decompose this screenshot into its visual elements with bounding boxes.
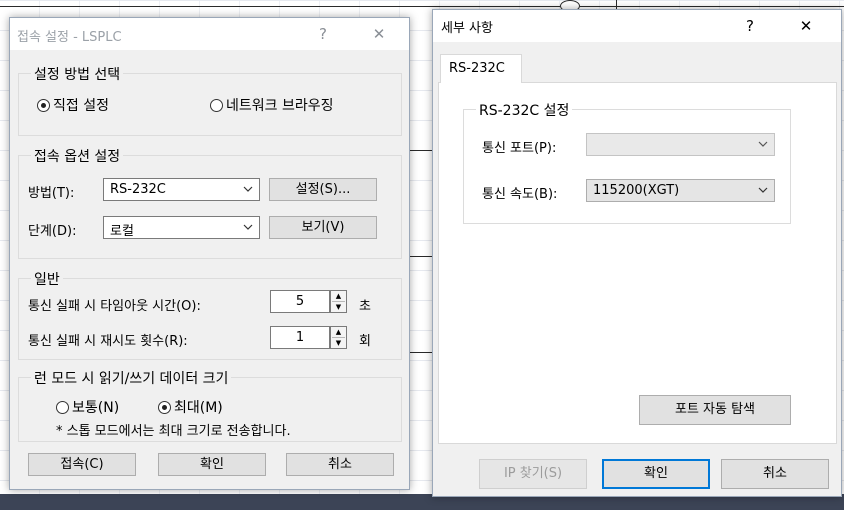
stop-mode-note: * 스톱 모드에서는 최대 크기로 전송합니다.	[56, 424, 291, 439]
data-size-group-label: 런 모드 시 읽기/쓰기 데이터 크기	[31, 368, 232, 388]
method-group-label: 설정 방법 선택	[31, 64, 124, 84]
title-bar: 접속 설정 - LSPLC ? ✕	[10, 18, 409, 50]
speed-label: 통신 속도(B):	[482, 187, 558, 202]
ladder-rung-2	[410, 256, 432, 257]
connection-options-group: 접속 옵션 설정	[18, 146, 402, 259]
chevron-down-icon	[243, 186, 253, 192]
timeout-spinner[interactable]: ▲ ▼	[330, 290, 347, 313]
rs232c-settings-group: RS-232C 설정 통신 포트(P): 통신 속도(B): 115200(XG…	[463, 100, 791, 224]
options-group-label: 접속 옵션 설정	[31, 146, 124, 166]
speed-select-value: 115200(XGT)	[593, 183, 680, 198]
ladder-rung-1	[410, 150, 432, 151]
ip-search-button[interactable]: IP 찾기(S)	[479, 459, 587, 489]
step-select[interactable]: 로컬	[103, 216, 260, 239]
method-select[interactable]: RS-232C	[103, 178, 260, 201]
step-select-value: 로컬	[110, 224, 134, 239]
retry-spinner[interactable]: ▲ ▼	[330, 326, 347, 349]
chevron-down-icon	[243, 224, 253, 230]
radio-network-browsing[interactable]: 네트워크 브라우징	[210, 95, 334, 115]
radio-unchecked-icon	[210, 98, 223, 112]
close-button[interactable]: ✕	[783, 10, 829, 42]
method-group: 설정 방법 선택 직접 설정 네트워크 브라우징	[18, 64, 402, 136]
retry-label: 통신 실패 시 재시도 횟수(R):	[28, 334, 188, 349]
details-dialog: 세부 사항 ? ✕ RS-232C RS-232C 설정 통신 포트(P): 통…	[432, 9, 842, 497]
rs232c-group-label: RS-232C 설정	[476, 100, 573, 120]
radio-direct-setting[interactable]: 직접 설정	[37, 95, 109, 115]
radio-max-label: 최대(M)	[174, 400, 223, 416]
radio-checked-icon	[37, 98, 50, 112]
timeout-unit: 초	[359, 299, 371, 314]
speed-select[interactable]: 115200(XGT)	[586, 179, 775, 202]
help-button[interactable]: ?	[727, 10, 773, 42]
tab-rs232c-label: RS-232C	[449, 61, 505, 76]
radio-direct-label: 직접 설정	[53, 98, 109, 114]
retry-input[interactable]: 1	[270, 326, 330, 349]
auto-detect-port-button[interactable]: 포트 자동 탐색	[639, 395, 791, 425]
step-label: 단계(D):	[28, 224, 77, 239]
retry-unit: 회	[359, 334, 371, 349]
tab-panel-rs232c: RS-232C 설정 통신 포트(P): 통신 속도(B): 115200(XG…	[438, 82, 837, 444]
ladder-rail-left	[0, 6, 560, 7]
spin-up-icon[interactable]: ▲	[331, 291, 346, 301]
connection-settings-dialog: 접속 설정 - LSPLC ? ✕ 설정 방법 선택 직접 설정 네트워크 브라…	[9, 17, 410, 490]
connect-button[interactable]: 접속(C)	[28, 453, 136, 476]
spin-down-icon[interactable]: ▼	[331, 302, 346, 312]
tab-rs232c[interactable]: RS-232C	[440, 54, 522, 83]
radio-unchecked-icon	[56, 400, 69, 414]
help-button[interactable]: ?	[300, 18, 346, 50]
radio-normal-label: 보통(N)	[72, 400, 120, 416]
view-button[interactable]: 보기(V)	[269, 216, 377, 239]
chevron-down-icon	[758, 141, 768, 147]
ladder-rail-right	[580, 6, 844, 7]
cancel-button[interactable]: 취소	[286, 453, 394, 476]
ok-button[interactable]: 확인	[602, 459, 710, 489]
radio-size-max[interactable]: 최대(M)	[158, 397, 223, 417]
radio-network-label: 네트워크 브라우징	[226, 98, 334, 114]
timeout-label: 통신 실패 시 타임아웃 시간(O):	[28, 299, 201, 314]
port-label: 통신 포트(P):	[482, 141, 557, 156]
ok-button[interactable]: 확인	[158, 453, 266, 476]
general-group-label: 일반	[31, 269, 63, 289]
radio-checked-icon	[158, 400, 171, 414]
timeout-input[interactable]: 5	[270, 290, 330, 313]
spin-up-icon[interactable]: ▲	[331, 327, 346, 337]
ladder-rung-3	[410, 352, 432, 353]
spin-down-icon[interactable]: ▼	[331, 338, 346, 348]
cancel-button[interactable]: 취소	[721, 459, 829, 489]
radio-size-normal[interactable]: 보통(N)	[56, 397, 119, 417]
port-select[interactable]	[586, 133, 775, 156]
title-bar: 세부 사항 ? ✕	[433, 10, 841, 42]
method-label: 방법(T):	[28, 186, 75, 201]
method-select-value: RS-232C	[110, 182, 166, 197]
settings-button[interactable]: 설정(S)...	[269, 178, 377, 201]
dialog-title: 접속 설정 - LSPLC	[17, 30, 122, 45]
chevron-down-icon	[758, 187, 768, 193]
close-button[interactable]: ✕	[356, 18, 402, 50]
dialog-title: 세부 사항	[441, 21, 493, 36]
